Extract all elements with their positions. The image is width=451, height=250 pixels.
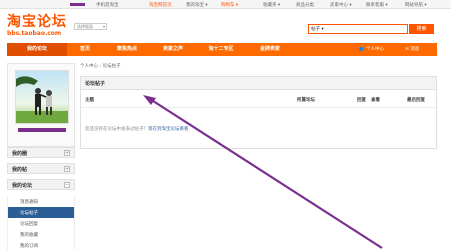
avatar[interactable] — [15, 70, 69, 124]
sidebar-item-forum-replies[interactable]: 论坛回复 — [7, 218, 75, 229]
nav-my-forum[interactable]: 我的论坛 — [7, 43, 67, 56]
profile-card — [7, 63, 75, 147]
search-input[interactable]: 帖子 ▾ — [308, 24, 408, 34]
profile-name-redacted — [18, 128, 66, 132]
topbar-link-my-taobao[interactable]: 我的淘宝 ▾ — [186, 2, 208, 8]
nav-zone[interactable]: 淘十二专区 — [200, 43, 242, 56]
avatar-photo — [16, 71, 68, 123]
sidebar-item-subscriptions[interactable]: 我的订阅 — [7, 240, 75, 250]
nav-messages[interactable]: ✉ 消息 — [405, 43, 419, 56]
breadcrumb: 个人中心 › 论坛帖子 — [80, 64, 121, 69]
nav-hot-topics[interactable]: 聚焦热点 — [107, 43, 147, 56]
column-header-topic: 主题 — [85, 98, 94, 103]
posts-panel: 论坛帖子 主题 所属论坛 回复 查看 最后回复 您还没有在论坛中发表过帖子！现在… — [80, 76, 437, 149]
topbar-link-service[interactable]: 联系客服 ▾ — [366, 2, 388, 8]
topbar-link-mobile[interactable]: 手机逛淘宝 — [96, 2, 119, 8]
nav-seller-voice[interactable]: 卖家之声 — [153, 43, 193, 56]
column-header-forum: 所属论坛 — [297, 98, 315, 103]
search-type-select[interactable]: 帖子 ▾ — [311, 26, 324, 32]
sidebar-item-label: 我的收藏 — [20, 233, 38, 238]
sidebar-group-label: 我的圈 — [12, 151, 28, 157]
nav-gold-seller[interactable]: 金牌卖家 — [250, 43, 290, 56]
nav-personal-center[interactable]: 👥 个人中心 — [359, 43, 384, 56]
sidebar-item-notifications[interactable]: 消息通知 — [7, 196, 75, 207]
sidebar-group-my-posts[interactable]: 我的帖 + — [7, 163, 75, 174]
people-icon: 👥 — [359, 47, 365, 52]
site-top-bar: 手机逛淘宝 淘宝网首页 我的淘宝 ▾ 购物车 ▾ 收藏夹 ▾ 商品分类 卖家中心… — [0, 0, 451, 9]
empty-state-text: 您还没有在论坛中发表过帖子！ — [85, 127, 148, 132]
chevron-down-icon: ▾ — [102, 24, 105, 29]
sidebar-item-forum-posts[interactable]: 论坛帖子 — [7, 207, 75, 218]
panel-title: 论坛帖子 — [85, 81, 106, 87]
sidebar-item-label: 我的订阅 — [20, 244, 38, 249]
expand-icon[interactable]: + — [64, 150, 70, 156]
sidebar-item-label: 论坛帖子 — [20, 211, 38, 216]
sidebar-item-label: 论坛回复 — [20, 222, 38, 227]
collapse-icon[interactable]: − — [64, 182, 70, 188]
search-button[interactable]: 搜索 — [409, 24, 434, 34]
nav-personal-center-label: 个人中心 — [366, 47, 385, 52]
forum-select-dropdown[interactable]: 选择版面 ▾ — [74, 23, 107, 30]
column-header-views: 查看 — [371, 98, 380, 103]
forum-select-value: 选择版面 — [77, 24, 93, 29]
panel-header: 论坛帖子 — [81, 77, 436, 90]
sidebar-group-label: 我的帖 — [12, 167, 28, 173]
sidebar-group-my-circle[interactable]: 我的圈 + — [7, 147, 75, 158]
logo-title: 淘宝论坛 — [7, 14, 67, 30]
go-to-forum-link[interactable]: 现在到淘宝论坛看看 — [148, 127, 189, 132]
mail-icon: ✉ — [405, 47, 409, 52]
topbar-link-site-nav[interactable]: 网站导航 ▾ — [405, 2, 427, 8]
sidebar-group-label: 我的论坛 — [12, 183, 33, 189]
expand-icon[interactable]: + — [64, 166, 70, 172]
topbar-link-seller-center[interactable]: 卖家中心 ▾ — [330, 2, 352, 8]
nav-messages-label: 消息 — [410, 47, 420, 52]
column-header-last-reply: 最后回复 — [407, 98, 425, 103]
empty-state-message: 您还没有在论坛中发表过帖子！现在到淘宝论坛看看 — [85, 126, 189, 132]
logo-url: bbs.taobao.com — [7, 30, 62, 37]
topbar-link-cart[interactable]: 购物车 ▾ — [221, 2, 238, 8]
main-nav: 我的论坛 首页 聚焦热点 卖家之声 淘十二专区 金牌卖家 👥 个人中心 ✉ 消息 — [7, 43, 437, 56]
nav-home[interactable]: 首页 — [73, 43, 97, 56]
topbar-link-categories[interactable]: 商品分类 — [296, 2, 314, 8]
topbar-link-home[interactable]: 淘宝网首页 — [149, 2, 172, 8]
sidebar-group-my-forum[interactable]: 我的论坛 − — [7, 179, 75, 190]
column-header-replies: 回复 — [357, 98, 366, 103]
forum-logo[interactable]: 淘宝论坛 bbs.taobao.com — [7, 14, 67, 37]
sidebar-item-label: 消息通知 — [20, 200, 38, 205]
username-redacted — [70, 3, 85, 6]
sidebar-item-favorites[interactable]: 我的收藏 — [7, 229, 75, 240]
topbar-link-favorites[interactable]: 收藏夹 ▾ — [263, 2, 280, 8]
divider — [81, 107, 436, 108]
